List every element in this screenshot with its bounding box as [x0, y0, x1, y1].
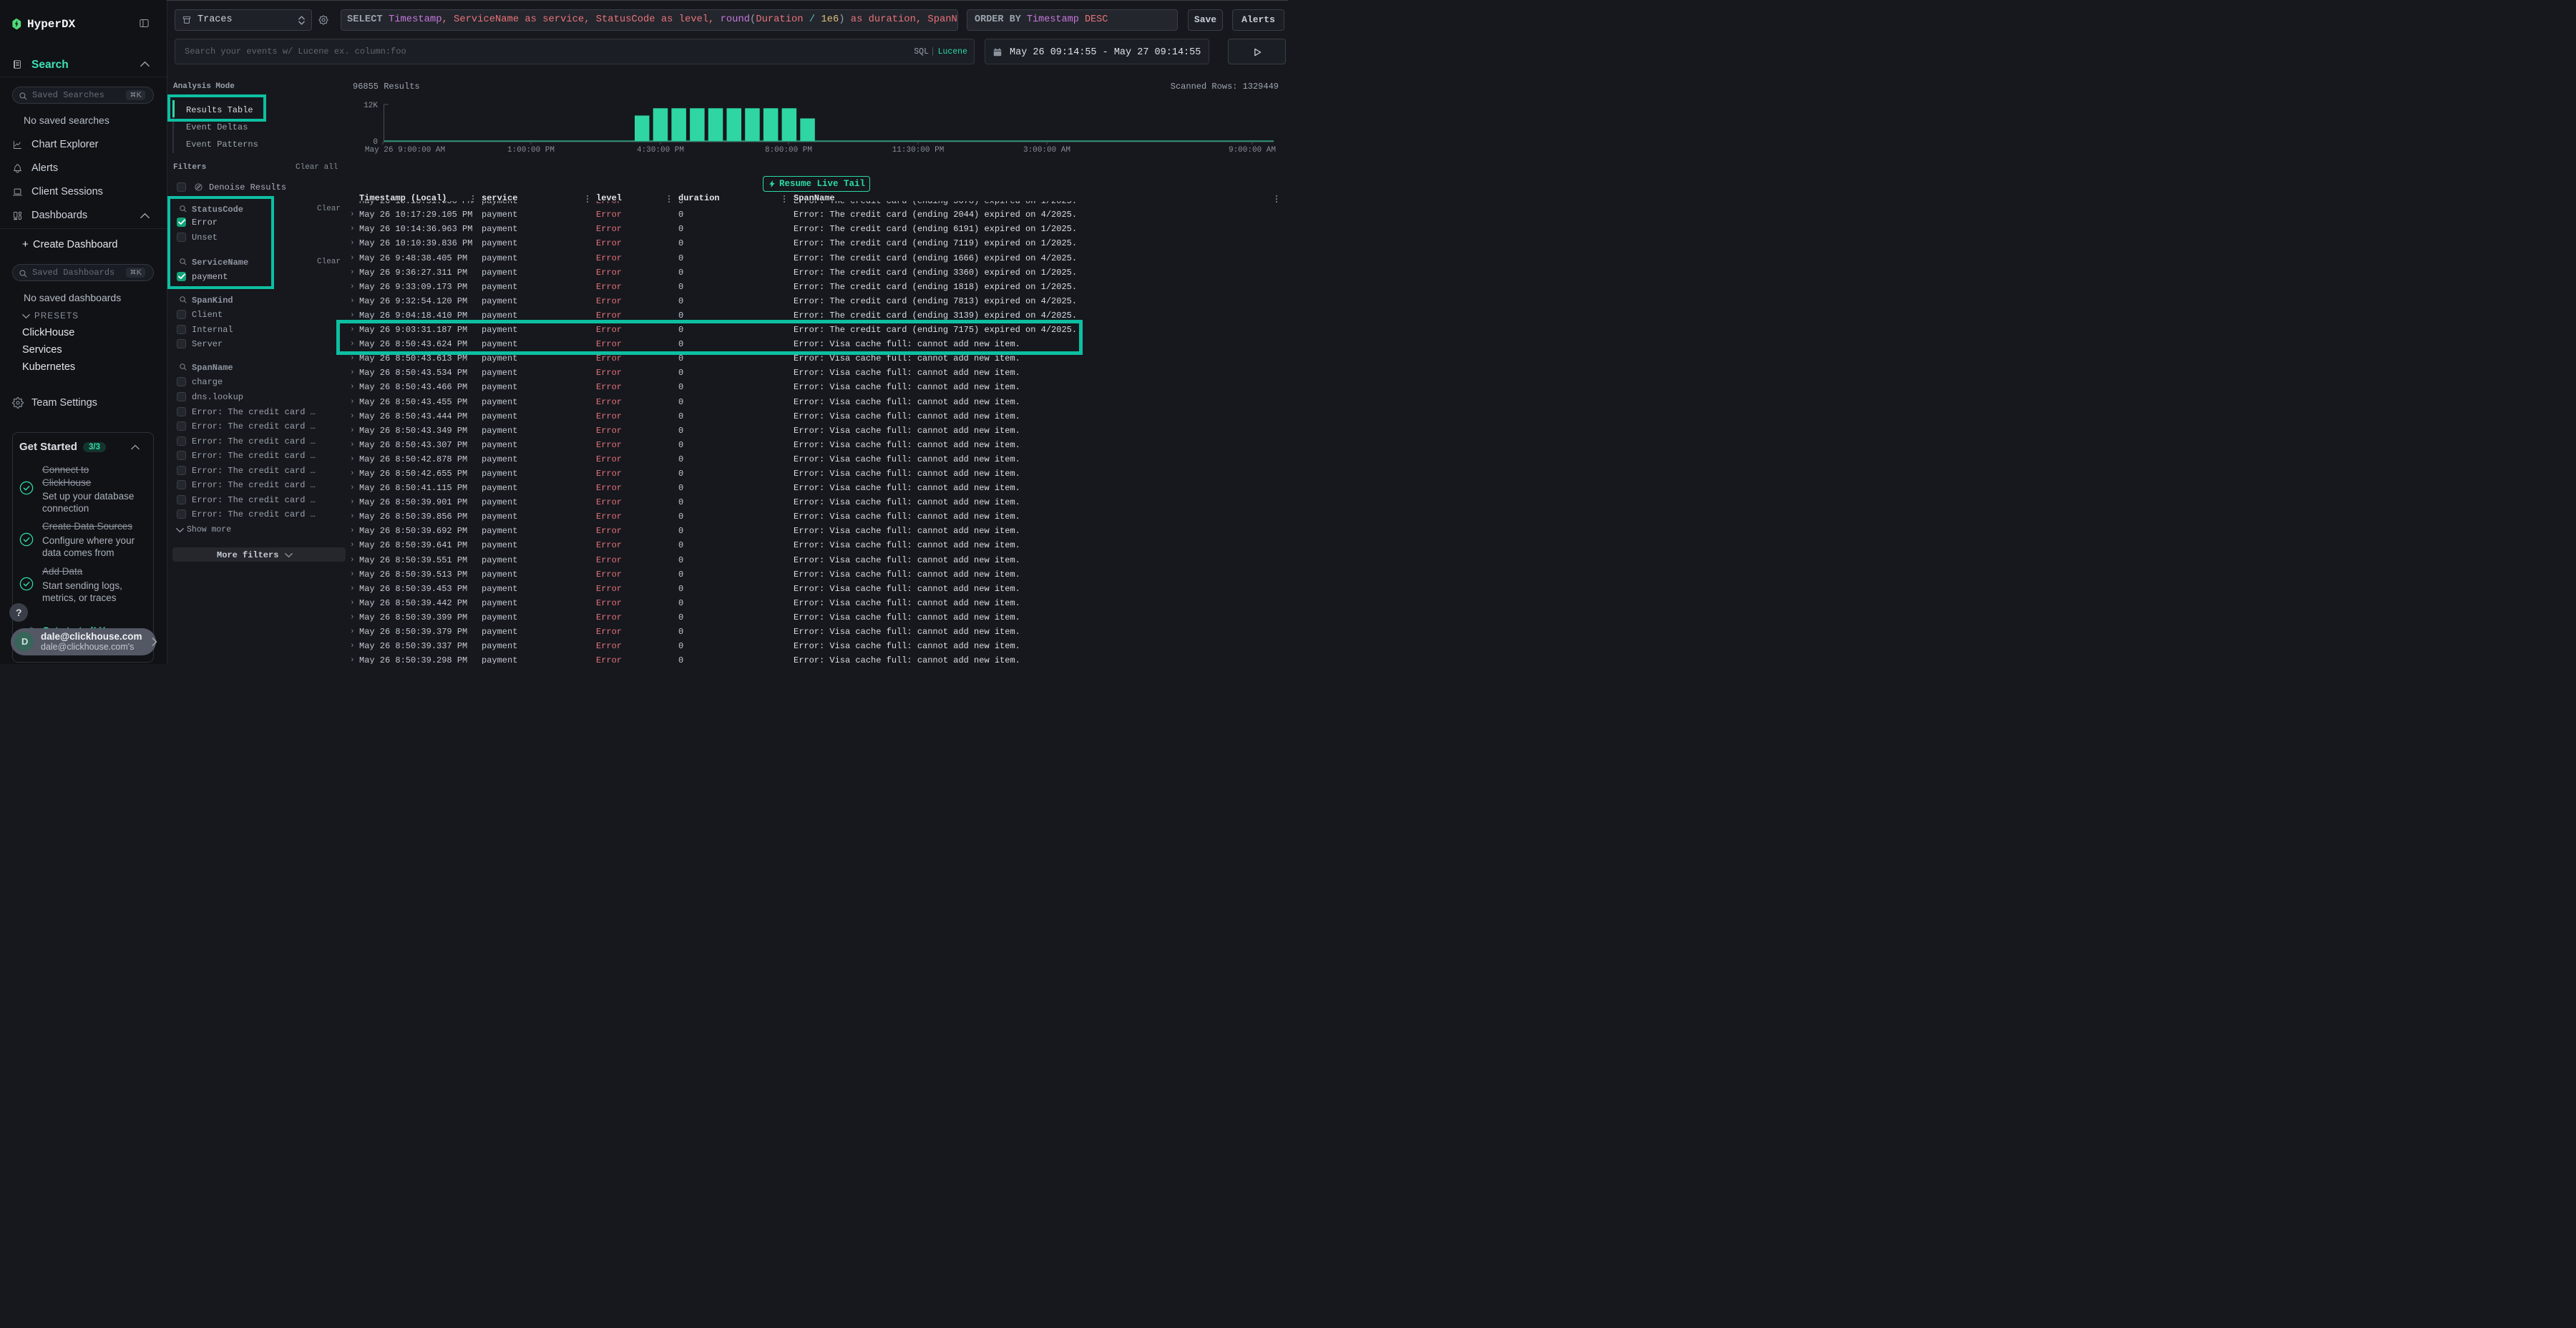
svg-text:1:00:00 PM: 1:00:00 PM [507, 146, 555, 155]
svg-text:3:00:00 AM: 3:00:00 AM [1023, 146, 1070, 155]
svg-text:8:00:00 PM: 8:00:00 PM [765, 146, 812, 155]
svg-text:4:30:00 PM: 4:30:00 PM [637, 146, 684, 155]
svg-text:May 26 9:00:00 AM: May 26 9:00:00 AM [365, 146, 445, 155]
svg-text:9:00:00 AM: 9:00:00 AM [1229, 146, 1276, 155]
svg-text:12K: 12K [364, 102, 378, 110]
svg-text:11:30:00 PM: 11:30:00 PM [892, 146, 945, 155]
